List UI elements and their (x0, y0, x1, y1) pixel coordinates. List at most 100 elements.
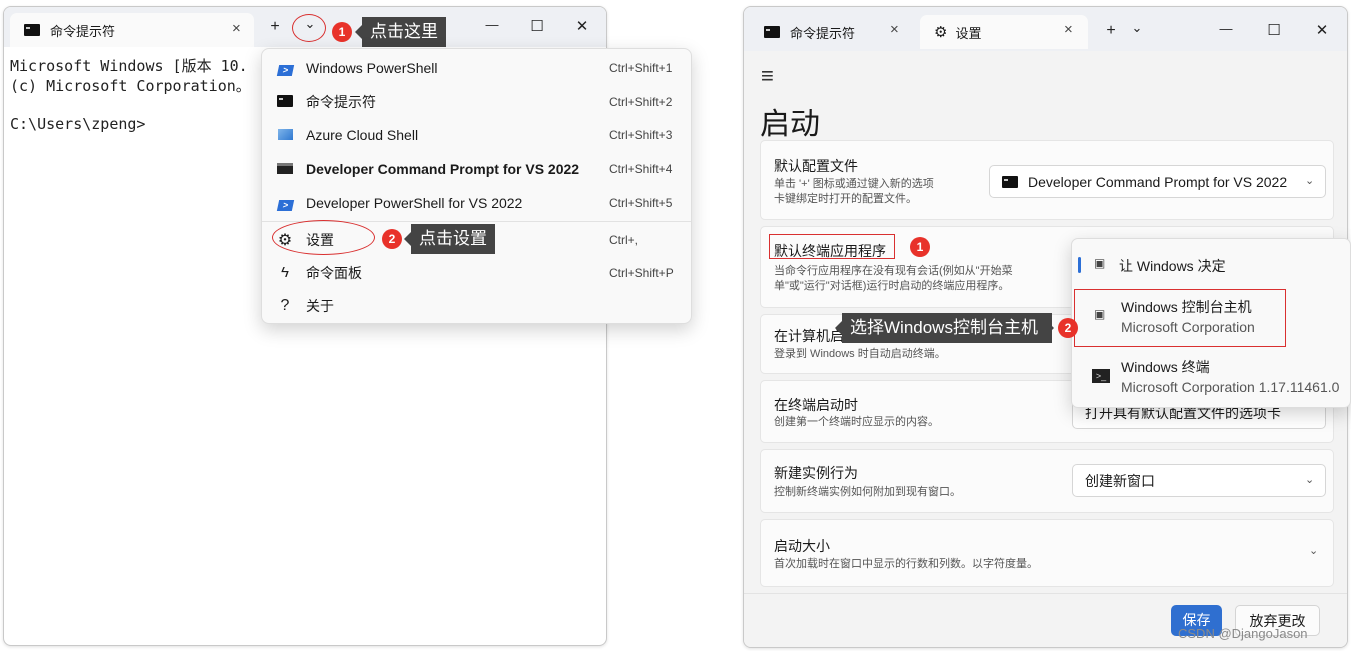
highlight-box (769, 234, 895, 259)
highlight-box (1074, 289, 1286, 347)
selection-indicator (1078, 257, 1081, 273)
close-tab-icon[interactable]: × (232, 20, 241, 37)
menu-item-label: 命令提示符 (306, 93, 376, 110)
dropdown-value: 创建新窗口 (1085, 472, 1155, 489)
setting-title: 启动大小 (774, 538, 830, 554)
callout-badge-2: 2 (382, 229, 402, 249)
option-subtitle: Microsoft Corporation 1.17.11461.0 (1121, 379, 1340, 395)
menu-item-cmd[interactable]: 命令提示符 Ctrl+Shift+2 (262, 85, 691, 118)
minimize-button[interactable]: — (1216, 21, 1236, 36)
callout-badge-1: 1 (910, 237, 930, 257)
menu-shortcut: Ctrl+Shift+2 (609, 94, 673, 109)
tab-cmd[interactable]: 命令提示符 × (750, 15, 914, 49)
setting-title: 新建实例行为 (774, 465, 858, 481)
menu-item-label: 关于 (306, 297, 334, 314)
menu-shortcut: Ctrl+, (609, 232, 639, 247)
popup-option-windows-decide[interactable]: ▣ 让 Windows 决定 (1092, 254, 1342, 280)
default-profile-dropdown[interactable]: Developer Command Prompt for VS 2022 ⌄ (989, 165, 1326, 198)
dev-powershell-icon: > (276, 195, 294, 211)
menu-item-powershell[interactable]: > Windows PowerShell Ctrl+Shift+1 (262, 51, 691, 84)
highlight-ring (292, 14, 326, 42)
menu-item-label: Azure Cloud Shell (306, 126, 419, 143)
cmd-icon (764, 26, 780, 38)
setting-card-default-profile: 默认配置文件 单击 '+' 图标或通过键入新的选项 卡键绑定时打开的配置文件。 … (760, 140, 1334, 220)
cmd-icon (276, 94, 294, 110)
menu-item-label: Developer Command Prompt for VS 2022 (306, 160, 580, 177)
callout-tooltip-1: 点击这里 (355, 17, 446, 47)
option-title: 让 Windows 决定 (1119, 258, 1226, 274)
setting-desc: 当命令行应用程序在没有现有会话(例如从"开始菜 (774, 265, 1013, 277)
tab-settings-label: 设置 (955, 25, 982, 41)
setting-desc: 控制新终端实例如何附加到现有窗口。 (774, 486, 961, 498)
tab-settings[interactable]: ⚙ 设置 × (920, 15, 1088, 49)
new-tab-button[interactable]: + (1101, 22, 1121, 40)
powershell-icon: > (276, 60, 294, 76)
new-tab-button[interactable]: + (265, 18, 285, 36)
chevron-down-icon[interactable]: ⌄ (1309, 544, 1318, 557)
menu-shortcut: Ctrl+Shift+3 (609, 127, 673, 142)
profile-dropdown-menu: > Windows PowerShell Ctrl+Shift+1 命令提示符 … (261, 48, 692, 324)
new-instance-dropdown[interactable]: 创建新窗口 ⌄ (1072, 464, 1326, 497)
menu-item-dev-cmd[interactable]: Developer Command Prompt for VS 2022 Ctr… (262, 152, 691, 185)
menu-item-azure[interactable]: Azure Cloud Shell Ctrl+Shift+3 (262, 118, 691, 151)
window-icon: ▣ (1094, 256, 1106, 270)
menu-item-command-palette[interactable]: ϟ 命令面板 Ctrl+Shift+P (262, 256, 691, 289)
menu-item-label: Developer PowerShell for VS 2022 (306, 194, 523, 211)
close-window-button[interactable]: ✕ (1312, 21, 1332, 39)
setting-title: 默认配置文件 (774, 158, 858, 174)
terminal-icon: >_ (1092, 369, 1110, 383)
dev-cmd-icon (1002, 175, 1018, 188)
callout-tooltip-2: 选择Windows控制台主机 (835, 313, 1052, 343)
callout-badge-2: 2 (1058, 318, 1078, 338)
setting-title: 在终端启动时 (774, 397, 858, 413)
callout-tooltip-2: 点击设置 (404, 224, 495, 254)
chevron-down-icon: ⌄ (1305, 175, 1315, 187)
hamburger-menu-icon[interactable]: ≡ (761, 63, 774, 89)
option-title: Windows 终端 (1121, 359, 1210, 375)
setting-desc: 首次加载时在窗口中显示的行数和列数。以字符度量。 (774, 558, 1038, 570)
callout-badge-1: 1 (332, 22, 352, 42)
menu-item-label: 命令面板 (306, 264, 362, 281)
dropdown-chevron-button[interactable]: ⌄ (1127, 20, 1147, 36)
menu-shortcut: Ctrl+Shift+1 (609, 60, 673, 75)
minimize-button[interactable]: — (482, 17, 502, 32)
maximize-button[interactable]: ☐ (1264, 21, 1284, 39)
menu-item-about[interactable]: ? 关于 (262, 289, 691, 322)
maximize-button[interactable]: ☐ (527, 17, 547, 35)
chevron-down-icon: ⌄ (1305, 474, 1315, 486)
setting-desc: 卡键绑定时打开的配置文件。 (774, 193, 917, 205)
dropdown-value: Developer Command Prompt for VS 2022 (1028, 173, 1288, 190)
menu-shortcut: Ctrl+Shift+P (609, 265, 674, 280)
azure-icon (276, 127, 294, 143)
highlight-ring (272, 220, 375, 255)
dev-cmd-icon (276, 161, 294, 177)
menu-shortcut: Ctrl+Shift+5 (609, 195, 673, 210)
watermark: CSDN @DjangoJason (1178, 626, 1308, 641)
terminal-line: (c) Microsoft Corporation。 (10, 77, 251, 95)
cmd-icon (24, 24, 40, 36)
setting-card-new-instance: 新建实例行为 控制新终端实例如何附加到现有窗口。 创建新窗口 ⌄ (760, 449, 1334, 513)
gear-icon: ⚙ (934, 24, 948, 41)
lightning-icon: ϟ (281, 264, 289, 281)
setting-desc: 创建第一个终端时应显示的内容。 (774, 416, 939, 428)
close-window-button[interactable]: ✕ (572, 17, 592, 35)
terminal-line: Microsoft Windows [版本 10. (10, 57, 248, 75)
tab-cmd-label: 命令提示符 (790, 25, 856, 41)
menu-shortcut: Ctrl+Shift+4 (609, 161, 673, 176)
menu-item-dev-powershell[interactable]: > Developer PowerShell for VS 2022 Ctrl+… (262, 186, 691, 219)
menu-item-label: Windows PowerShell (306, 59, 438, 76)
setting-desc: 登录到 Windows 时自动启动终端。 (774, 348, 946, 360)
setting-desc: 单"或"运行"对话框)运行时启动的终端应用程序。 (774, 280, 1010, 292)
tab-bar: 命令提示符 × ⚙ 设置 × + ⌄ — ☐ ✕ (744, 7, 1347, 51)
tab-cmd[interactable]: 命令提示符 × (10, 13, 254, 47)
popup-option-windows-terminal[interactable]: >_ Windows 终端 Microsoft Corporation 1.17… (1092, 355, 1351, 401)
terminal-prompt[interactable]: C:\Users\zpeng> (10, 115, 145, 133)
setting-card-launch-size[interactable]: 启动大小 首次加载时在窗口中显示的行数和列数。以字符度量。 ⌄ (760, 519, 1334, 587)
setting-desc: 单击 '+' 图标或通过键入新的选项 (774, 178, 934, 190)
close-tab-icon[interactable]: × (1064, 21, 1073, 38)
tooltip-arrow (1046, 320, 1054, 336)
question-icon: ? (280, 296, 290, 314)
tab-cmd-label: 命令提示符 (50, 23, 116, 39)
page-title: 启动 (760, 108, 820, 141)
close-tab-icon[interactable]: × (890, 21, 899, 38)
